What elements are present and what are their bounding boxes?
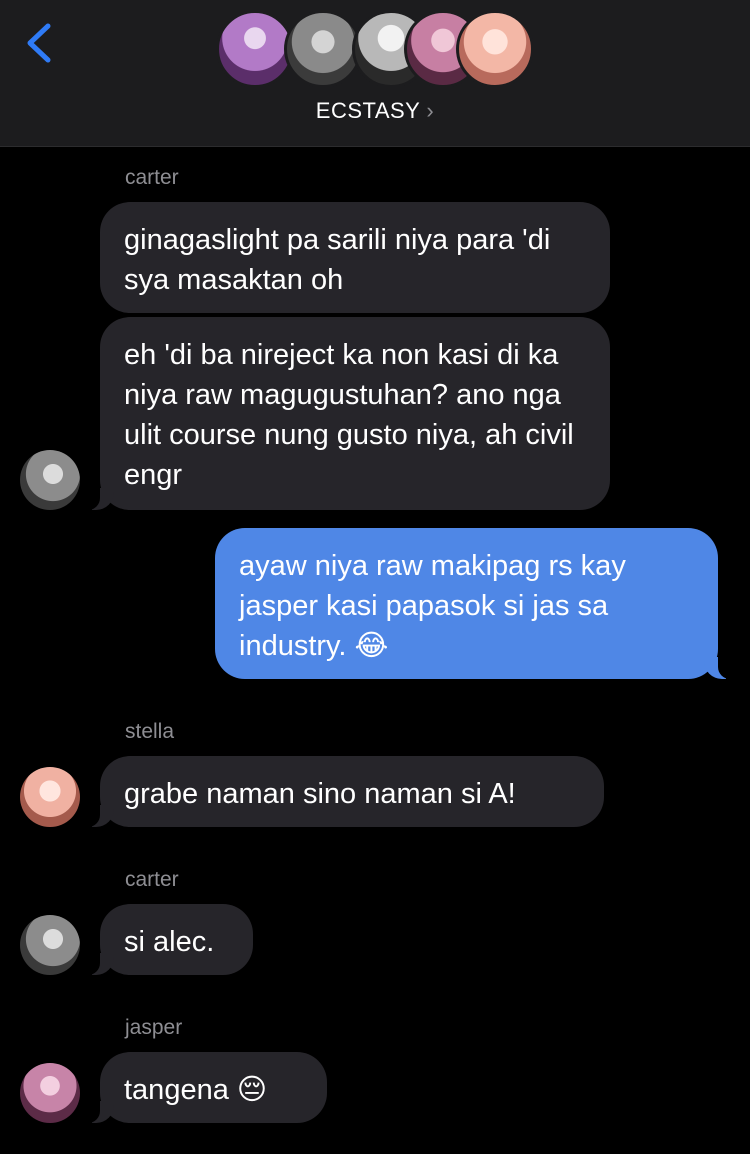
group-name-button[interactable]: ECSTASY ›	[0, 98, 750, 124]
sender-name: jasper	[125, 1016, 183, 1039]
avatar-jasper[interactable]	[20, 1063, 80, 1123]
message-text: grabe naman sino naman si A!	[124, 778, 516, 810]
chat-header: ECSTASY ›	[0, 0, 750, 147]
message-text: ginagaslight pa sarili niya para 'di sya…	[124, 224, 551, 296]
message-bubble-outgoing[interactable]: ayaw niya raw makipag rs kay jasper kasi…	[215, 528, 732, 679]
group-avatars[interactable]	[216, 10, 536, 90]
sender-name: carter	[125, 166, 179, 189]
message-bubble[interactable]: ginagaslight pa sarili niya para 'di sya…	[100, 202, 610, 313]
message-text: ayaw niya raw makipag rs kay jasper kasi…	[239, 550, 626, 662]
group-name-label: ECSTASY	[315, 98, 421, 123]
sender-name: stella	[125, 720, 175, 743]
message-bubble[interactable]: tangena 😔	[86, 1052, 327, 1123]
message-text: tangena 😔	[124, 1074, 268, 1106]
avatar-carter[interactable]	[20, 915, 80, 975]
message-text: eh 'di ba nireject ka non kasi di ka niy…	[124, 339, 574, 491]
message-text: si alec.	[124, 926, 215, 958]
chevron-right-icon: ›	[426, 98, 435, 123]
avatar-stella[interactable]	[20, 767, 80, 827]
sender-name: carter	[125, 868, 179, 891]
avatar-carter[interactable]	[20, 450, 80, 510]
member-avatar-stella	[456, 10, 534, 88]
member-avatar-2	[284, 10, 362, 88]
message-bubble[interactable]: grabe naman sino naman si A!	[86, 756, 604, 827]
message-bubble[interactable]: si alec.	[86, 904, 253, 975]
member-avatar-carter	[216, 10, 294, 88]
chevron-left-icon	[27, 23, 51, 63]
back-button[interactable]	[22, 18, 62, 68]
message-bubble[interactable]: eh 'di ba nireject ka non kasi di ka niy…	[86, 317, 610, 510]
